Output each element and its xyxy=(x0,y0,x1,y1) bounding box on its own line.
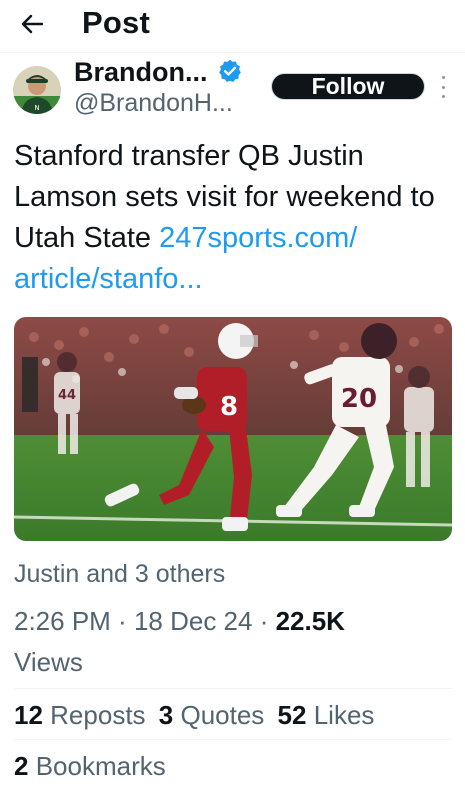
tagged-people-link[interactable]: Justin and 3 others xyxy=(14,560,225,589)
tweet-text: Stanford transfer QB Justin Lamson sets … xyxy=(14,136,454,300)
follow-button[interactable]: Follow xyxy=(271,73,425,100)
post-time[interactable]: 2:26 PM xyxy=(14,606,111,636)
tweet-photo[interactable]: 44 8 20 xyxy=(14,317,452,541)
post-date[interactable]: 18 Dec 24 xyxy=(134,606,253,636)
bookmarks-stat[interactable]: 2 Bookmarks xyxy=(14,751,166,782)
likes-count: 52 xyxy=(277,700,307,730)
football-photo-illustration: 44 8 20 xyxy=(14,317,452,541)
quotes-count: 3 xyxy=(158,700,174,730)
avatar[interactable]: N xyxy=(13,66,61,114)
likes-stat[interactable]: 52 Likes xyxy=(278,700,375,730)
jersey-number-20: 20 xyxy=(341,384,377,414)
views-label: Views xyxy=(14,647,83,677)
stats-divider-bottom xyxy=(14,739,452,740)
more-options-button[interactable] xyxy=(436,76,450,98)
author-handle[interactable]: @BrandonH... xyxy=(74,89,233,118)
more-dot-icon xyxy=(441,76,445,79)
more-dot-icon xyxy=(441,85,445,89)
meta-separator: · xyxy=(252,606,276,636)
quotes-label: Quotes xyxy=(180,700,265,730)
top-bar: Post xyxy=(0,0,465,50)
bookmarks-label: Bookmarks xyxy=(35,751,166,781)
reposts-count: 12 xyxy=(14,700,43,730)
bookmarks-count: 2 xyxy=(14,751,29,781)
arrow-left-icon xyxy=(21,14,43,34)
engagement-stats: 12 Reposts 3 Quotes 52 Likes xyxy=(14,700,380,731)
likes-label: Likes xyxy=(313,700,375,730)
stats-divider-top xyxy=(14,688,452,689)
meta-separator: · xyxy=(110,606,134,636)
reposts-stat[interactable]: 12 Reposts xyxy=(14,700,146,730)
more-dot-icon xyxy=(441,95,445,98)
views-count: 22.5K xyxy=(275,606,345,636)
back-button[interactable] xyxy=(14,8,50,40)
post-meta: 2:26 PM · 18 Dec 24 · 22.5K Views xyxy=(14,601,454,683)
quotes-stat[interactable]: 3 Quotes xyxy=(159,700,265,730)
page-title: Post xyxy=(82,5,150,40)
svg-text:N: N xyxy=(34,104,39,112)
avatar-image: N xyxy=(13,66,61,114)
author-name[interactable]: Brandon... xyxy=(74,57,208,88)
header-divider xyxy=(0,52,465,53)
reposts-label: Reposts xyxy=(50,700,146,730)
verified-badge-icon xyxy=(219,59,241,83)
jersey-number-8: 8 xyxy=(220,392,238,422)
jersey-number-44: 44 xyxy=(58,388,76,403)
